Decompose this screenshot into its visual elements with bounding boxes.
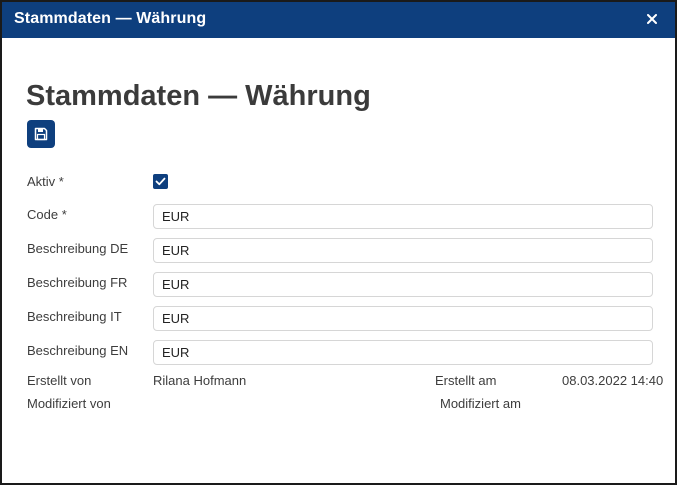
save-button[interactable] [27,120,55,148]
modifiziert-von-label: Modifiziert von [27,396,111,411]
beschreibung-de-input[interactable] [153,238,653,263]
close-button[interactable] [641,8,663,30]
beschreibung-fr-label: Beschreibung FR [27,275,128,290]
beschreibung-en-label: Beschreibung EN [27,343,129,358]
erstellt-von-value: Rilana Hofmann [153,373,247,388]
dialog-title: Stammdaten — Währung [14,10,207,27]
modifiziert-am-label: Modifiziert am [440,396,521,411]
code-input[interactable] [153,204,653,229]
floppy-disk-icon [34,127,48,141]
beschreibung-de-label: Beschreibung DE [27,241,129,256]
dialog-window: Stammdaten — Währung Stammdaten — Währun… [0,0,677,485]
dialog-titlebar: Stammdaten — Währung [2,2,675,38]
aktiv-label: Aktiv * [27,174,64,189]
code-label: Code * [27,207,67,222]
beschreibung-it-input[interactable] [153,306,653,331]
close-icon [647,14,657,24]
beschreibung-fr-input[interactable] [153,272,653,297]
beschreibung-it-label: Beschreibung IT [27,309,122,324]
erstellt-von-label: Erstellt von [27,373,92,388]
erstellt-am-value: 08.03.2022 14:40 [562,373,664,388]
checkmark-icon [155,177,166,186]
page-title: Stammdaten — Währung [26,80,371,112]
aktiv-checkbox[interactable] [153,174,168,189]
beschreibung-en-input[interactable] [153,340,653,365]
erstellt-am-label: Erstellt am [435,373,497,388]
